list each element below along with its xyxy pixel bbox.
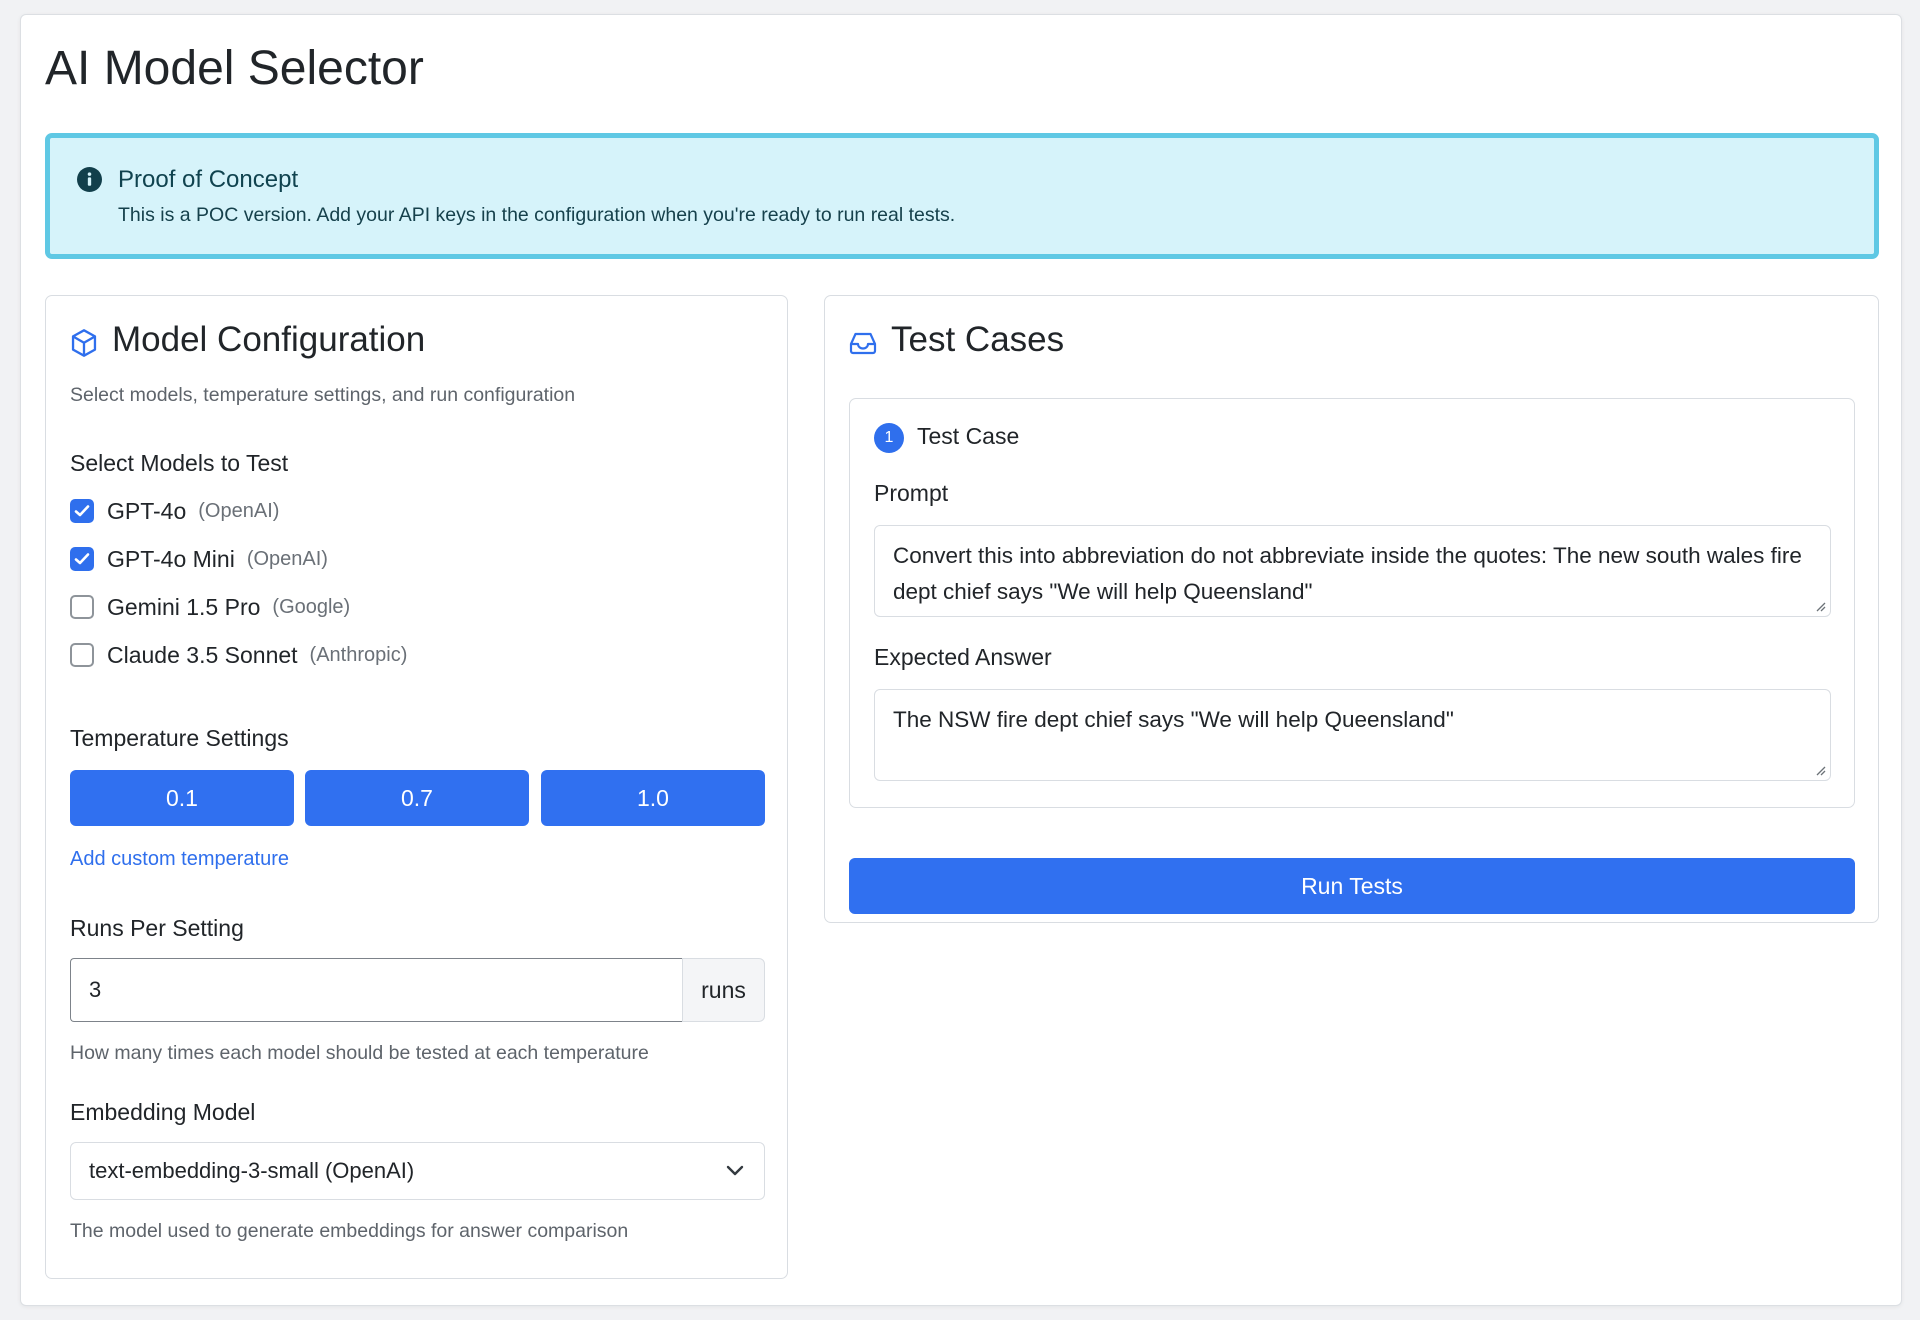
checkmark-icon	[74, 553, 90, 565]
checkbox-unchecked[interactable]	[70, 595, 94, 619]
checkbox-checked[interactable]	[70, 547, 94, 571]
model-option-gemini-1-5-pro[interactable]: Gemini 1.5 Pro (Google)	[70, 592, 350, 622]
resize-grip-icon[interactable]	[1814, 600, 1826, 612]
model-provider: (Google)	[272, 595, 351, 618]
model-configuration-subtitle: Select models, temperature settings, and…	[70, 384, 576, 406]
embedding-help-text: The model used to generate embeddings fo…	[70, 1220, 629, 1242]
test-case-number-badge: 1	[874, 423, 904, 453]
model-name: GPT-4o	[107, 497, 187, 524]
test-case-item: 1 Test Case Prompt Convert this into abb…	[849, 398, 1855, 808]
model-option-gpt-4o[interactable]: GPT-4o (OpenAI)	[70, 496, 279, 526]
embedding-model-label: Embedding Model	[70, 1099, 256, 1125]
prompt-text: Convert this into abbreviation do not ab…	[893, 543, 1802, 604]
run-tests-button[interactable]: Run Tests	[849, 858, 1855, 914]
runs-per-setting-input[interactable]	[70, 958, 682, 1022]
temperature-settings-label: Temperature Settings	[70, 725, 289, 751]
resize-grip-icon[interactable]	[1814, 764, 1826, 776]
prompt-label: Prompt	[874, 480, 949, 506]
app-page: AI Model Selector Proof of Concept This …	[20, 14, 1902, 1306]
model-option-claude-3-5-sonnet[interactable]: Claude 3.5 Sonnet (Anthropic)	[70, 640, 407, 670]
model-option-gpt-4o-mini[interactable]: GPT-4o Mini (OpenAI)	[70, 544, 328, 574]
page-title: AI Model Selector	[45, 42, 424, 95]
runs-help-text: How many times each model should be test…	[70, 1042, 649, 1064]
embedding-model-selected: text-embedding-3-small (OpenAI)	[89, 1158, 415, 1183]
info-circle-icon	[77, 167, 102, 192]
checkmark-icon	[74, 505, 90, 517]
model-provider: (OpenAI)	[198, 499, 280, 522]
expected-answer-label: Expected Answer	[874, 644, 1052, 670]
runs-per-setting-label: Runs Per Setting	[70, 915, 244, 941]
runs-input-group: runs	[70, 958, 765, 1022]
cube-icon	[71, 329, 97, 357]
select-models-label: Select Models to Test	[70, 450, 289, 476]
chevron-down-icon	[726, 1165, 744, 1176]
poc-alert: Proof of Concept This is a POC version. …	[45, 133, 1879, 259]
runs-unit-addon: runs	[682, 958, 765, 1022]
checkbox-checked[interactable]	[70, 499, 94, 523]
expected-answer-textarea[interactable]: The NSW fire dept chief says "We will he…	[874, 689, 1831, 781]
temperature-button-1-0[interactable]: 1.0	[541, 770, 765, 826]
model-provider: (Anthropic)	[309, 643, 408, 666]
test-cases-title: Test Cases	[891, 320, 1065, 359]
alert-title: Proof of Concept	[118, 166, 299, 193]
model-name: GPT-4o Mini	[107, 545, 235, 572]
embedding-model-select[interactable]: text-embedding-3-small (OpenAI)	[70, 1142, 765, 1200]
model-configuration-title: Model Configuration	[112, 320, 426, 359]
expected-answer-text: The NSW fire dept chief says "We will he…	[893, 707, 1454, 732]
checkbox-unchecked[interactable]	[70, 643, 94, 667]
alert-message: This is a POC version. Add your API keys…	[118, 204, 956, 226]
inbox-icon	[849, 332, 877, 355]
test-cases-card: Test Cases 1 Test Case Prompt Convert th…	[824, 295, 1879, 923]
temperature-button-0-1[interactable]: 0.1	[70, 770, 294, 826]
model-provider: (OpenAI)	[246, 547, 328, 570]
model-name: Claude 3.5 Sonnet	[107, 641, 298, 668]
temperature-button-0-7[interactable]: 0.7	[305, 770, 529, 826]
model-name: Gemini 1.5 Pro	[107, 593, 261, 620]
test-case-title: Test Case	[917, 423, 1020, 449]
add-custom-temperature-link[interactable]: Add custom temperature	[70, 848, 289, 871]
prompt-textarea[interactable]: Convert this into abbreviation do not ab…	[874, 525, 1831, 617]
model-configuration-card: Model Configuration Select models, tempe…	[45, 295, 788, 1279]
